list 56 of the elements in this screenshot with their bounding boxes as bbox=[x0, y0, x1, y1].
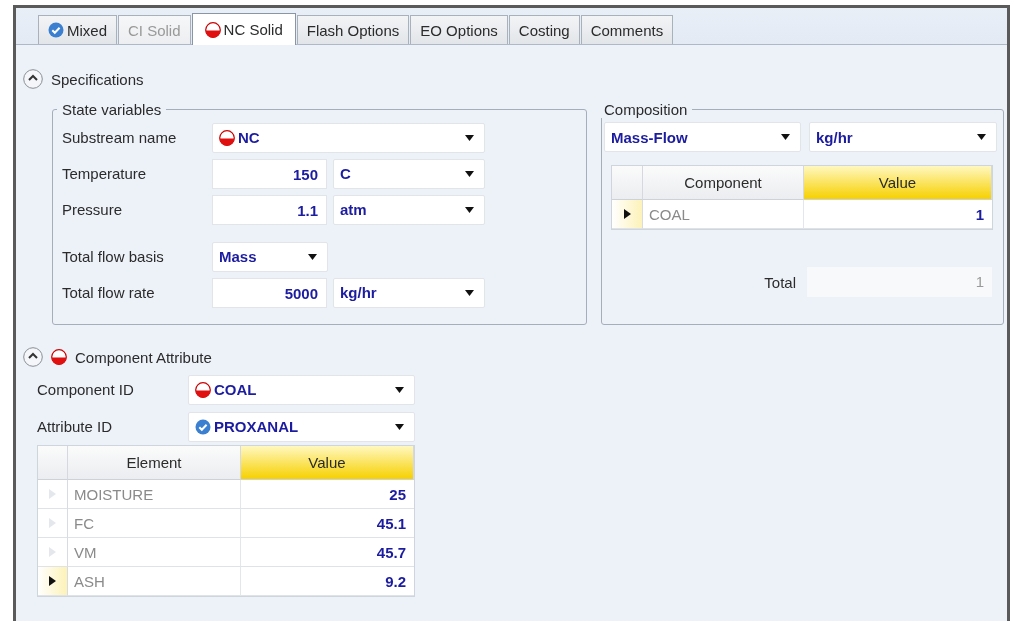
table-cell[interactable]: 25 bbox=[241, 480, 414, 509]
field-label: Total flow basis bbox=[62, 248, 165, 265]
tab[interactable]: EO Options bbox=[410, 15, 508, 44]
table-cell: COAL bbox=[643, 200, 804, 229]
table-cell: VM bbox=[68, 538, 241, 567]
value-field[interactable]: 1.1 bbox=[212, 194, 327, 225]
collapse-button[interactable] bbox=[23, 69, 43, 89]
field-label: Total flow rate bbox=[62, 284, 156, 301]
caret-icon bbox=[395, 423, 404, 430]
basis-dropdown[interactable]: Mass bbox=[212, 241, 328, 272]
unit-dropdown[interactable]: kg/hr bbox=[333, 277, 485, 308]
section-title: Component Attribute bbox=[75, 348, 212, 366]
field-label: Attribute ID bbox=[37, 418, 114, 435]
value-field[interactable]: 150 bbox=[212, 158, 327, 189]
field-label: Substream name bbox=[62, 129, 178, 146]
table-cell[interactable]: 45.1 bbox=[241, 509, 414, 538]
caret-icon bbox=[465, 206, 474, 213]
total-field: 1 bbox=[807, 267, 992, 297]
table-cell[interactable]: 1 bbox=[804, 200, 992, 229]
value-field[interactable]: 5000 bbox=[212, 277, 327, 308]
field-label: Component ID bbox=[37, 381, 135, 398]
group-title: Composition bbox=[603, 101, 689, 118]
column-header[interactable]: Component bbox=[643, 166, 804, 200]
tab[interactable]: Comments bbox=[580, 15, 674, 44]
total-label: Total bbox=[764, 273, 796, 291]
caret-icon bbox=[781, 134, 790, 140]
id-dropdown[interactable]: PROXANAL bbox=[188, 411, 415, 442]
table-cell: FC bbox=[68, 509, 241, 538]
tab[interactable]: NC Solid bbox=[191, 13, 296, 45]
tab[interactable]: Flash Options bbox=[296, 15, 410, 44]
collapse-button[interactable] bbox=[23, 347, 43, 367]
group-title: State variables bbox=[61, 101, 163, 118]
column-header[interactable]: Element bbox=[68, 446, 241, 480]
column-header[interactable]: Value bbox=[241, 446, 414, 480]
unit-dropdown[interactable]: kg/hr bbox=[809, 122, 997, 152]
id-dropdown[interactable]: COAL bbox=[188, 374, 415, 405]
table-cell: ASH bbox=[68, 567, 241, 596]
column-header[interactable]: Value bbox=[804, 166, 992, 200]
field-label: Pressure bbox=[62, 201, 124, 218]
table-cell: MOISTURE bbox=[68, 480, 241, 509]
caret-icon bbox=[977, 134, 986, 140]
basis-dropdown[interactable]: Mass-Flow bbox=[604, 122, 801, 152]
tab[interactable]: Mixed bbox=[38, 15, 117, 44]
tab[interactable]: Costing bbox=[508, 15, 580, 44]
unit-dropdown[interactable]: atm bbox=[333, 194, 485, 225]
field-label: Temperature bbox=[62, 165, 148, 182]
substream-dropdown[interactable]: NC bbox=[212, 122, 485, 153]
caret-icon bbox=[465, 289, 474, 296]
caret-icon bbox=[465, 170, 474, 177]
unit-dropdown[interactable]: C bbox=[333, 158, 485, 189]
caret-icon bbox=[395, 386, 404, 393]
section-title: Specifications bbox=[51, 70, 144, 88]
table-cell[interactable]: 45.7 bbox=[241, 538, 414, 567]
caret-icon bbox=[308, 253, 317, 260]
caret-icon bbox=[465, 134, 474, 141]
table-cell[interactable]: 9.2 bbox=[241, 567, 414, 596]
